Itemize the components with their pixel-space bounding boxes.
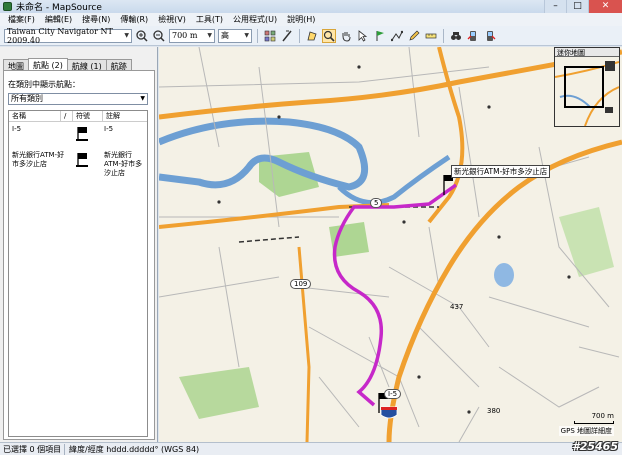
map-select-icon <box>307 30 317 40</box>
zoom-in-button[interactable] <box>135 29 149 43</box>
column-sort[interactable]: / <box>61 111 73 121</box>
find-places-button[interactable] <box>449 29 463 43</box>
menu-transfer[interactable]: 傳輸(R) <box>115 14 153 25</box>
coordinate-format-status: 緯度/經度 hddd.ddddd° (WGS 84) <box>69 444 200 454</box>
menu-bar: 檔案(F) 編輯(E) 搜尋(N) 傳輸(R) 檢視(V) 工具(T) 公用程式… <box>0 13 622 26</box>
hand-icon <box>342 31 351 42</box>
watermark-text: #25465 <box>572 440 618 453</box>
waypoint-flag-icon <box>76 153 88 167</box>
pan-tool[interactable] <box>339 29 353 43</box>
maximize-button[interactable]: □ <box>566 0 588 13</box>
data-panel: 地圖 航點 (2) 航線 (1) 航跡 在類別中顯示航點： 所有類別 ▼ 名稱 … <box>0 47 158 442</box>
category-filter-label: 在類別中顯示航點： <box>8 80 80 89</box>
toolbar-separator <box>299 28 300 43</box>
send-to-device-button[interactable] <box>483 29 497 43</box>
menu-view[interactable]: 檢視(V) <box>153 14 191 25</box>
map-canvas[interactable] <box>159 47 622 442</box>
zoom-level-select[interactable]: 700 m ▼ <box>169 28 215 43</box>
chevron-down-icon: ▼ <box>124 32 129 39</box>
chevron-down-icon: ▼ <box>207 32 212 39</box>
route-109-badge: 109 <box>290 279 312 289</box>
arrow-pointer-icon <box>358 29 368 42</box>
route-i5-badge: I-5 <box>384 389 402 399</box>
select-map-tool[interactable] <box>305 29 319 43</box>
zoom-out-icon <box>153 29 165 42</box>
window-title: 未命名 - MapSource <box>16 3 102 13</box>
map-product-select[interactable]: Taiwan City Navigator NT 2009.40 ▼ <box>4 26 132 45</box>
waypoint-tool[interactable] <box>373 29 387 43</box>
column-name[interactable]: 名稱 <box>9 111 61 121</box>
scale-label: 700 m <box>591 412 614 420</box>
menu-help[interactable]: 說明(H) <box>282 14 320 25</box>
menu-tools[interactable]: 工具(T) <box>191 14 228 25</box>
distance-tool[interactable] <box>424 29 438 43</box>
map-scale: 700 m <box>574 412 614 424</box>
toolbar: Taiwan City Navigator NT 2009.40 ▼ 700 m ▼… <box>0 26 622 46</box>
mapsource-app-icon <box>3 2 12 11</box>
elevation-label: 380 <box>487 407 501 415</box>
overview-map-title: 迷你地圖 <box>555 48 619 57</box>
toolbar-separator <box>257 28 258 43</box>
tab-routes[interactable]: 航線 (1) <box>66 59 107 71</box>
title-bar: 未命名 - MapSource – □ ✕ <box>0 0 622 13</box>
waypoint-name: 新光銀行ATM-好市多汐止店 <box>12 151 65 168</box>
category-filter-select[interactable]: 所有類別 ▼ <box>8 93 148 105</box>
interstate-shield-icon <box>380 406 398 419</box>
flag-icon <box>376 30 384 41</box>
detail-level-select[interactable]: 高 ▼ <box>218 28 252 43</box>
waypoint-flag-icon <box>76 127 88 141</box>
measure-distance-icon <box>425 33 437 38</box>
column-symbol[interactable]: 符號 <box>73 111 103 121</box>
status-bar: 已選擇 0 個項目 緯度/經度 hddd.ddddd° (WGS 84) <box>0 442 622 455</box>
selection-status: 已選擇 0 個項目 <box>3 443 65 455</box>
route-icon <box>391 30 403 41</box>
draw-tool[interactable] <box>407 29 421 43</box>
waypoint-map-label[interactable]: 新光銀行ATM-好市多汐止店 <box>451 165 551 178</box>
zoom-tool[interactable] <box>322 28 336 43</box>
scale-bar <box>574 421 614 424</box>
tab-maps[interactable]: 地圖 <box>3 59 29 71</box>
map-view[interactable]: 109 5 I-5 437 380 新光銀行ATM-好市多汐止店 迷你地圖 70… <box>159 47 622 442</box>
chevron-down-icon: ▼ <box>140 95 145 102</box>
map-tools-button[interactable] <box>263 29 277 43</box>
overview-map[interactable]: 迷你地圖 <box>554 47 620 127</box>
column-comment[interactable]: 註解 <box>103 111 147 121</box>
zoom-in-icon <box>136 29 148 42</box>
menu-utilities[interactable]: 公用程式(U) <box>228 14 282 25</box>
menu-find[interactable]: 搜尋(N) <box>77 14 115 25</box>
tab-waypoints[interactable]: 航點 (2) <box>28 58 68 70</box>
waypoint-list[interactable]: 名稱 / 符號 註解 I-5 I-5 新光銀行ATM-好市多汐止店 新光銀行AT… <box>8 110 148 437</box>
chevron-down-icon: ▼ <box>244 32 249 39</box>
category-filter-value: 所有類別 <box>11 94 43 103</box>
ruler-icon <box>282 30 292 41</box>
selection-tool[interactable] <box>356 29 370 43</box>
waypoint-row[interactable]: 新光銀行ATM-好市多汐止店 新光銀行ATM-好市多汐止店 <box>9 148 147 184</box>
measure-button[interactable] <box>280 29 294 43</box>
menu-edit[interactable]: 編輯(E) <box>40 14 77 25</box>
overview-map-canvas[interactable] <box>554 57 620 127</box>
route-tool[interactable] <box>390 29 404 43</box>
menu-file[interactable]: 檔案(F) <box>3 14 40 25</box>
receive-from-device-button[interactable] <box>466 29 480 43</box>
zoom-level-value: 700 m <box>172 31 198 40</box>
close-button[interactable]: ✕ <box>588 0 622 13</box>
toolbar-separator <box>443 28 444 43</box>
device-send-icon <box>487 30 496 41</box>
gps-detail-label: GPS 地圖詳細度 <box>558 426 614 436</box>
map-product-value: Taiwan City Navigator NT 2009.40 <box>7 26 113 45</box>
device-receive-icon <box>467 30 476 41</box>
waypoint-list-header: 名稱 / 符號 註解 <box>9 111 147 122</box>
minimize-button[interactable]: – <box>544 0 566 13</box>
waypoint-comment: 新光銀行ATM-好市多汐止店 <box>104 151 143 177</box>
magnifier-icon <box>323 30 335 42</box>
waypoint-name: I-5 <box>12 125 22 133</box>
elevation-label: 437 <box>450 303 464 311</box>
grid-tools-icon <box>264 30 276 41</box>
tab-tracks[interactable]: 航跡 <box>105 59 132 71</box>
detail-level-value: 高 <box>221 31 229 40</box>
zoom-out-button[interactable] <box>152 29 166 43</box>
waypoint-comment: I-5 <box>104 125 114 133</box>
binoculars-icon <box>451 31 461 40</box>
pencil-icon <box>409 30 420 41</box>
